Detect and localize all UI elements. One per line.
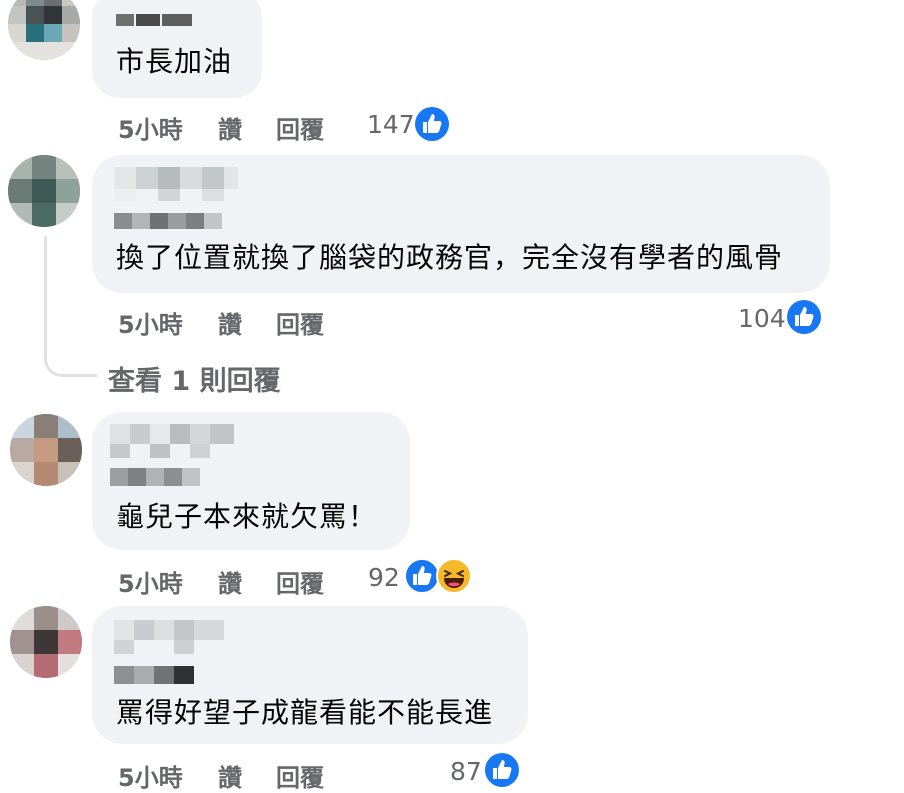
- timestamp[interactable]: 5小時: [118, 110, 183, 145]
- comment-text: 罵得好望子成龍看能不能長進: [116, 696, 494, 729]
- like-button[interactable]: 讚: [218, 758, 242, 793]
- comment-bubble: 罵得好望子成龍看能不能長進: [92, 606, 528, 744]
- timestamp[interactable]: 5小時: [118, 564, 183, 599]
- avatar[interactable]: [8, 155, 80, 227]
- reply-thread-curve: [44, 352, 97, 377]
- author-name-redacted[interactable]: [114, 620, 234, 686]
- reply-button[interactable]: 回覆: [276, 305, 324, 340]
- like-icon: [786, 299, 822, 335]
- view-replies-link[interactable]: 查看 1 則回覆: [108, 359, 281, 398]
- comment-bubble: 龜兒子本來就欠罵！: [92, 412, 410, 550]
- comment-bubble: 市長加油: [92, 0, 262, 98]
- comment-bubble: 換了位置就換了腦袋的政務官，完全沒有學者的風骨: [92, 155, 830, 293]
- like-icon: [404, 558, 440, 594]
- reply-button[interactable]: 回覆: [276, 110, 324, 145]
- like-icon: [414, 106, 450, 142]
- like-button[interactable]: 讚: [218, 305, 242, 340]
- timestamp[interactable]: 5小時: [118, 305, 183, 340]
- author-name-redacted[interactable]: [116, 6, 196, 28]
- avatar[interactable]: [8, 0, 80, 60]
- comment-text: 換了位置就換了腦袋的政務官，完全沒有學者的風骨: [116, 241, 784, 274]
- haha-icon: [436, 558, 472, 594]
- like-icon: [484, 752, 520, 788]
- comment-text: 市長加油: [116, 45, 233, 78]
- author-name-redacted[interactable]: [110, 424, 240, 488]
- reaction-count[interactable]: 147: [367, 110, 415, 139]
- reply-button[interactable]: 回覆: [276, 564, 324, 599]
- timestamp[interactable]: 5小時: [118, 758, 183, 793]
- comment-text: 龜兒子本來就欠罵！: [116, 500, 378, 533]
- avatar[interactable]: [10, 414, 82, 486]
- reply-button[interactable]: 回覆: [276, 758, 324, 793]
- like-button[interactable]: 讚: [218, 564, 242, 599]
- avatar[interactable]: [10, 606, 82, 678]
- reaction-count[interactable]: 92: [368, 563, 400, 592]
- reply-thread-line: [44, 236, 47, 354]
- comment-actions: 5小時 讚 回覆: [118, 752, 458, 792]
- comment-actions: 5小時 讚 回覆: [118, 299, 458, 339]
- like-button[interactable]: 讚: [218, 110, 242, 145]
- author-name-redacted[interactable]: [114, 167, 244, 231]
- reaction-count[interactable]: 104: [738, 304, 786, 333]
